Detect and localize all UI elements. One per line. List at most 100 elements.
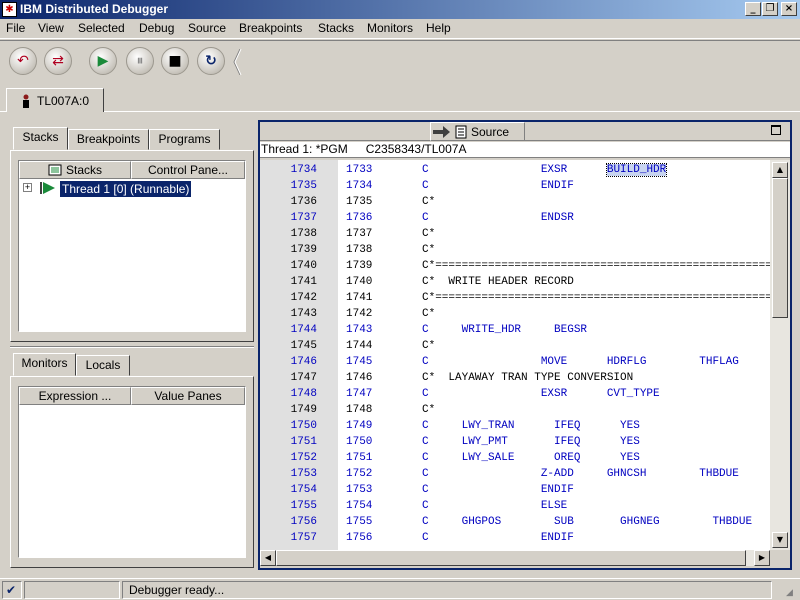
thread-tree-item[interactable]: Thread 1 [0] (Runnable) bbox=[60, 181, 192, 197]
run-icon[interactable]: ▶ bbox=[89, 47, 117, 75]
line-number[interactable]: 1735 bbox=[260, 178, 317, 194]
tab-programs[interactable]: Programs bbox=[149, 129, 220, 150]
line-number[interactable]: 1751 bbox=[260, 434, 317, 450]
line-number[interactable]: 1749 bbox=[260, 402, 317, 418]
line-number[interactable]: 1752 bbox=[260, 450, 317, 466]
maximize-pane-icon[interactable] bbox=[771, 125, 781, 135]
code-line[interactable]: 1742 1741 C*==============================… bbox=[260, 290, 770, 306]
stacks-list[interactable]: Stacks Control Pane... + Thread 1 [0] (R… bbox=[18, 160, 246, 332]
menu-breakpoints[interactable]: Breakpoints bbox=[239, 21, 302, 35]
code-line[interactable]: 1754 1753 C ENDIF bbox=[260, 482, 770, 498]
pause-icon[interactable]: ⏸ bbox=[126, 47, 154, 75]
line-number[interactable]: 1756 bbox=[260, 514, 317, 530]
line-number[interactable]: 1741 bbox=[260, 274, 317, 290]
line-number[interactable]: 1739 bbox=[260, 242, 317, 258]
tab-breakpoints[interactable]: Breakpoints bbox=[68, 129, 149, 150]
code-line[interactable]: 1738 1737 C* bbox=[260, 226, 770, 242]
hscroll-thumb[interactable] bbox=[276, 550, 746, 566]
code-line[interactable]: 1735 1734 C ENDIF bbox=[260, 178, 770, 194]
line-number[interactable]: 1745 bbox=[260, 338, 317, 354]
line-number[interactable]: 1743 bbox=[260, 306, 317, 322]
menu-monitors[interactable]: Monitors bbox=[367, 21, 413, 35]
stacks-column-header[interactable]: Stacks bbox=[19, 161, 131, 179]
panel-splitter[interactable] bbox=[10, 346, 254, 348]
menu-stacks[interactable]: Stacks bbox=[318, 21, 354, 35]
code-line[interactable]: 1746 1745 C MOVE HDRFLG THFLAG bbox=[260, 354, 770, 370]
code-line[interactable]: 1752 1751 C LWY_SALE OREQ YES bbox=[260, 450, 770, 466]
scroll-thumb[interactable] bbox=[772, 178, 788, 318]
menu-file[interactable]: File bbox=[6, 21, 25, 35]
minimize-button[interactable]: _ bbox=[745, 2, 761, 16]
line-number[interactable]: 1747 bbox=[260, 370, 317, 386]
code-line[interactable]: 1750 1749 C LWY_TRAN IFEQ YES bbox=[260, 418, 770, 434]
statement-number: 1736 bbox=[346, 212, 373, 224]
scroll-left-icon[interactable]: ◀ bbox=[260, 550, 276, 566]
tab-locals[interactable]: Locals bbox=[76, 355, 130, 376]
code-line[interactable]: 1755 1754 C ELSE bbox=[260, 498, 770, 514]
maximize-button[interactable]: ❐ bbox=[762, 2, 778, 16]
line-number[interactable]: 1753 bbox=[260, 466, 317, 482]
line-number[interactable]: 1736 bbox=[260, 194, 317, 210]
source-horizontal-scrollbar[interactable]: ◀ ▶ bbox=[260, 550, 770, 566]
line-number[interactable]: 1746 bbox=[260, 354, 317, 370]
scroll-up-icon[interactable]: ▲ bbox=[772, 162, 788, 178]
step-into-icon[interactable]: ⇄ bbox=[44, 47, 72, 75]
line-number[interactable]: 1754 bbox=[260, 482, 317, 498]
value-panes-column-header[interactable]: Value Panes bbox=[131, 387, 245, 405]
code-line[interactable]: 1756 1755 C GHGPOS SUB GHGNEG THBDUE bbox=[260, 514, 770, 530]
code-line[interactable]: 1747 1746 C* LAYAWAY TRAN TYPE CONVERSION bbox=[260, 370, 770, 386]
menu-help[interactable]: Help bbox=[426, 21, 451, 35]
code-line[interactable]: 1736 1735 C* bbox=[260, 194, 770, 210]
source-code-view[interactable]: 1734 1733 C EXSR BUILD_HDR 1735 1734 C ENDIF 1… bbox=[260, 160, 770, 550]
arrow-right-icon bbox=[433, 125, 450, 138]
source-vertical-scrollbar[interactable]: ▲ ▼ bbox=[770, 160, 790, 550]
code-line[interactable]: 1757 1756 C ENDIF bbox=[260, 530, 770, 546]
source-title-tab[interactable]: Source bbox=[430, 122, 525, 141]
line-number[interactable]: 1744 bbox=[260, 322, 317, 338]
close-button[interactable]: × bbox=[781, 2, 797, 16]
code-line[interactable]: 1737 1736 C ENDSR bbox=[260, 210, 770, 226]
code-line[interactable]: 1741 1740 C* WRITE HEADER RECORD bbox=[260, 274, 770, 290]
code-line[interactable]: 1734 1733 C EXSR BUILD_HDR bbox=[260, 162, 770, 178]
selected-token[interactable]: BUILD_HDR bbox=[605, 163, 668, 177]
code-line[interactable]: 1748 1747 C EXSR CVT_TYPE bbox=[260, 386, 770, 402]
step-over-icon[interactable]: ↶ bbox=[9, 47, 37, 75]
scroll-down-icon[interactable]: ▼ bbox=[772, 532, 788, 548]
code-line[interactable]: 1739 1738 C* bbox=[260, 242, 770, 258]
code-line[interactable]: 1740 1739 C*==============================… bbox=[260, 258, 770, 274]
source-text: C* bbox=[422, 196, 436, 208]
scroll-right-icon[interactable]: ▶ bbox=[754, 550, 770, 566]
line-number[interactable]: 1755 bbox=[260, 498, 317, 514]
ibm-debugger-icon[interactable]: ✱ bbox=[2, 2, 17, 17]
line-number[interactable]: 1750 bbox=[260, 418, 317, 434]
expression-column-header[interactable]: Expression ... bbox=[19, 387, 131, 405]
stop-icon[interactable]: ■ bbox=[161, 47, 189, 75]
expand-toggle-icon[interactable]: + bbox=[23, 183, 32, 192]
program-label: C2358343/TL007A bbox=[365, 142, 467, 156]
menu-source[interactable]: Source bbox=[188, 21, 226, 35]
resize-grip-icon[interactable]: ◢ bbox=[786, 587, 798, 599]
menu-debug[interactable]: Debug bbox=[139, 21, 174, 35]
code-line[interactable]: 1749 1748 C* bbox=[260, 402, 770, 418]
line-number[interactable]: 1748 bbox=[260, 386, 317, 402]
restart-icon[interactable]: ↻ bbox=[197, 47, 225, 75]
line-number[interactable]: 1742 bbox=[260, 290, 317, 306]
control-pane-column-header[interactable]: Control Pane... bbox=[131, 161, 245, 179]
menu-view[interactable]: View bbox=[38, 21, 64, 35]
code-line[interactable]: 1751 1750 C LWY_PMT IFEQ YES bbox=[260, 434, 770, 450]
tab-program-view[interactable]: TL007A:0 bbox=[6, 88, 104, 112]
monitors-list[interactable]: Expression ... Value Panes bbox=[18, 386, 246, 558]
code-line[interactable]: 1743 1742 C* bbox=[260, 306, 770, 322]
menu-selected[interactable]: Selected bbox=[78, 21, 125, 35]
tab-stacks[interactable]: Stacks bbox=[13, 127, 68, 150]
line-number[interactable]: 1740 bbox=[260, 258, 317, 274]
code-line[interactable]: 1745 1744 C* bbox=[260, 338, 770, 354]
tab-monitors[interactable]: Monitors bbox=[13, 353, 76, 376]
line-number[interactable]: 1734 bbox=[260, 162, 317, 178]
source-pane-header bbox=[260, 122, 790, 141]
line-number[interactable]: 1757 bbox=[260, 530, 317, 546]
line-number[interactable]: 1737 bbox=[260, 210, 317, 226]
line-number[interactable]: 1738 bbox=[260, 226, 317, 242]
code-line[interactable]: 1753 1752 C Z-ADD GHNCSH THBDUE bbox=[260, 466, 770, 482]
code-line[interactable]: 1744 1743 C WRITE_HDR BEGSR bbox=[260, 322, 770, 338]
